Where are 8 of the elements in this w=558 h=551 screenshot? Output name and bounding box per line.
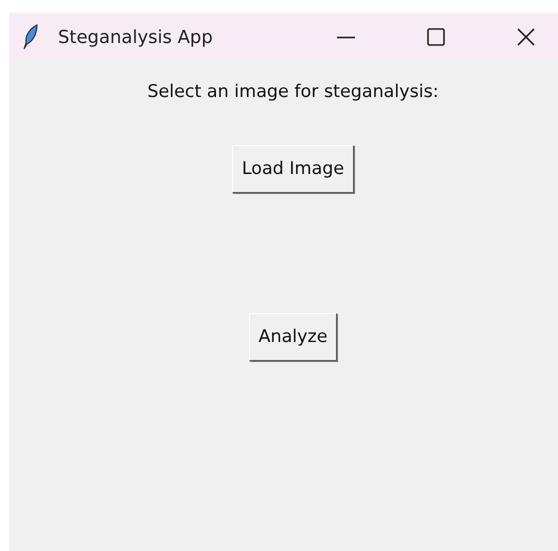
instruction-label: Select an image for steganalysis: <box>147 81 439 104</box>
window-title: Steganalysis App <box>58 26 213 50</box>
close-icon[interactable] <box>516 27 536 47</box>
minimize-icon[interactable] <box>336 36 356 38</box>
load-image-button[interactable]: Load Image <box>232 145 354 194</box>
feather-icon <box>23 24 39 50</box>
analyze-button[interactable]: Analyze <box>248 313 338 362</box>
maximize-icon[interactable] <box>426 27 446 47</box>
